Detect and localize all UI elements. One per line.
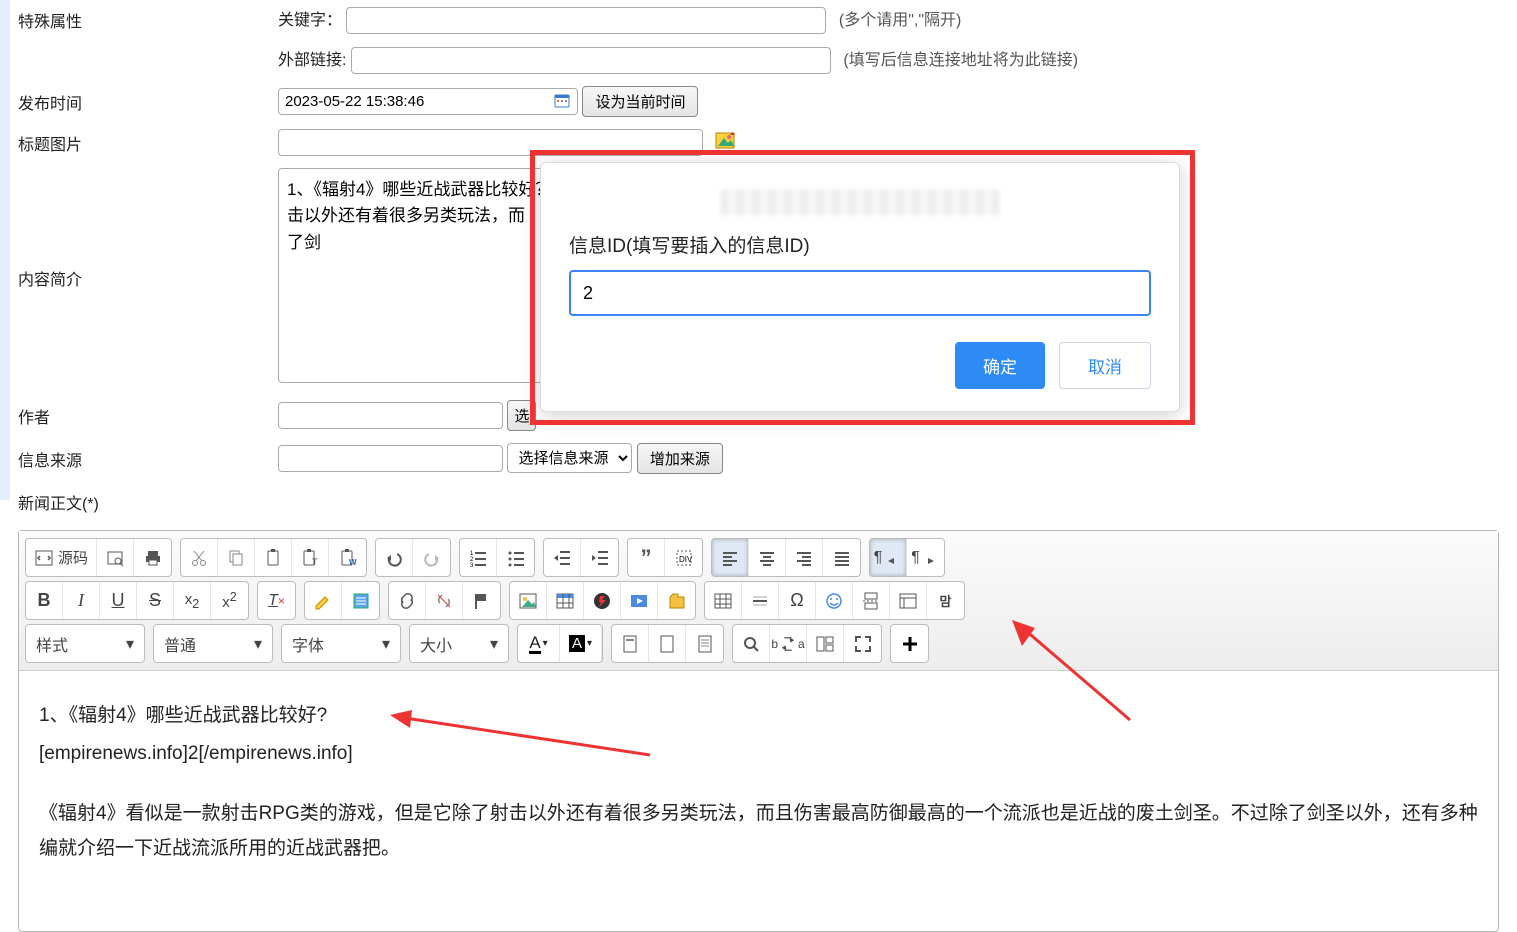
link-button[interactable] [389,582,426,619]
underline-button[interactable]: U [100,582,137,619]
source-code-button[interactable]: 源码 [26,539,97,576]
maximize-button[interactable] [844,625,881,662]
superscript-button[interactable]: x2 [211,582,248,619]
undo-button[interactable] [376,539,413,576]
paste-text-button[interactable]: T [292,539,329,576]
svg-text:3: 3 [470,563,474,568]
extlink-label: 外部链接: [278,52,346,69]
author-label: 作者 [0,394,270,437]
svg-text:T: T [312,557,318,567]
redo-button[interactable] [413,539,450,576]
content-line-1: 1、《辐射4》哪些近战武器比较好? [39,699,1478,733]
titlepic-input[interactable] [278,129,703,156]
style-combo[interactable]: 样式▾ [25,624,145,663]
newstext-label: 新闻正文(*) [0,480,1517,524]
editor-toolbar: 源码 T W 123 [19,531,1498,671]
copy-button[interactable] [218,539,255,576]
emoji-button[interactable] [816,582,853,619]
pubtime-input[interactable] [278,88,578,115]
modal-id-input[interactable] [569,270,1151,316]
bold-button[interactable]: B [26,582,63,619]
indent-button[interactable] [581,539,618,576]
align-center-button[interactable] [749,539,786,576]
insert-info-modal: 信息ID(填写要插入的信息ID) 确定 取消 [540,162,1180,412]
author-select-button[interactable]: 选 [507,400,536,431]
highlight-button[interactable] [305,582,342,619]
format-combo[interactable]: 普通▾ [153,624,273,663]
font-combo[interactable]: 字体▾ [281,624,401,663]
strikethrough-button[interactable]: S [137,582,174,619]
paste-button[interactable] [255,539,292,576]
source-input[interactable] [278,445,503,472]
special-attr-label: 特殊属性 [0,0,270,40]
bullet-list-button[interactable] [497,539,534,576]
subscript-button[interactable]: x2 [174,582,211,619]
modal-cancel-button[interactable]: 取消 [1059,342,1151,389]
file-button[interactable] [658,582,695,619]
select-all-button[interactable] [342,582,379,619]
align-left-button[interactable] [712,539,749,576]
template3-button[interactable] [686,625,723,662]
paste-word-button[interactable]: W [329,539,366,576]
source-label: 信息来源 [0,437,270,480]
image-picker-icon[interactable] [715,130,737,155]
add-source-button[interactable]: 增加来源 [637,443,723,474]
preview-button[interactable] [97,539,134,576]
insert-table-button[interactable] [705,582,742,619]
modal-ok-button[interactable]: 确定 [955,342,1045,389]
modal-label: 信息ID(填写要插入的信息ID) [569,231,1151,258]
keyword-label: 关键字： [278,12,342,29]
set-now-button[interactable]: 设为当前时间 [582,86,698,117]
anchor-button[interactable] [463,582,500,619]
calendar-icon[interactable] [554,93,570,109]
template1-button[interactable] [612,625,649,662]
unlink-button[interactable] [426,582,463,619]
bg-color-button[interactable]: A▾ [560,625,602,662]
align-justify-button[interactable] [823,539,860,576]
source-select[interactable]: 选择信息来源 [507,443,632,473]
keyword-hint: (多个请用","隔开) [839,12,961,29]
template2-button[interactable] [649,625,686,662]
print-button[interactable] [134,539,171,576]
horizontal-rule-button[interactable] [742,582,779,619]
flash-button[interactable] [584,582,621,619]
cut-button[interactable] [181,539,218,576]
text-color-button[interactable]: A▾ [518,625,560,662]
extlink-input[interactable] [351,47,831,74]
rtl-button[interactable]: ¶ [907,539,944,576]
div-button[interactable]: DIV [665,539,702,576]
find-button[interactable] [733,625,770,662]
outdent-button[interactable] [544,539,581,576]
remove-format-button[interactable]: T× [258,582,295,619]
special-char-button[interactable]: Ω [779,582,816,619]
titlepic-label: 标题图片 [0,123,270,162]
replace-button[interactable]: ba [770,625,807,662]
size-combo[interactable]: 大小▾ [409,624,509,663]
media-button[interactable] [621,582,658,619]
pagebreak-button[interactable] [853,582,890,619]
align-right-button[interactable] [786,539,823,576]
svg-text:DIV: DIV [679,555,693,564]
italic-button[interactable]: I [63,582,100,619]
ltr-button[interactable]: ¶ [870,539,907,576]
image-button[interactable] [510,582,547,619]
table-icon-button[interactable] [547,582,584,619]
editor-content-area[interactable]: 1、《辐射4》哪些近战武器比较好? [empirenews.info]2[/em… [19,671,1498,931]
content-paragraph: 《辐射4》看似是一款射击RPG类的游戏，但是它除了射击以外还有着很多另类玩法，而… [39,797,1478,865]
insert-info-button[interactable] [891,625,928,662]
pubtime-label: 发布时间 [0,80,270,123]
modal-title-blurred [720,189,1000,215]
summary-label: 内容简介 [0,162,270,394]
keyword-input[interactable] [346,7,826,34]
show-blocks-button[interactable] [807,625,844,662]
svg-text:W: W [349,558,357,567]
code-button[interactable]: 맘 [927,582,964,619]
extlink-hint: (填写后信息连接地址将为此链接) [843,52,1078,69]
iframe-button[interactable] [890,582,927,619]
content-line-2-tag: [empirenews.info]2[/empirenews.info] [39,737,353,771]
author-input[interactable] [278,402,503,429]
blockquote-button[interactable]: ” [628,539,665,576]
numbered-list-button[interactable]: 123 [460,539,497,576]
